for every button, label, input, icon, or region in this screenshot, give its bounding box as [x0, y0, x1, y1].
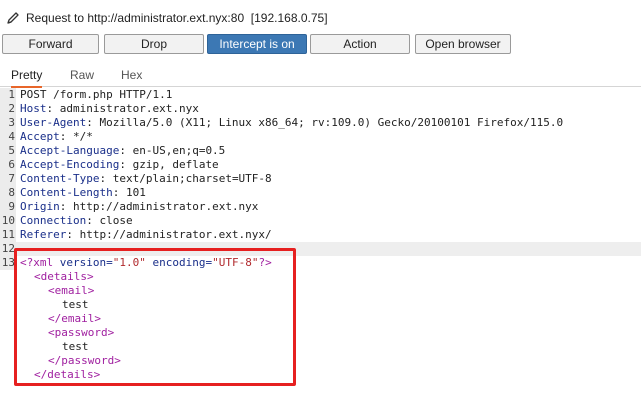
- header-value: http://administrator.ext.nyx/: [72, 228, 272, 241]
- editor-line: test: [0, 340, 641, 354]
- editor-line: <details>: [0, 270, 641, 284]
- editor-line: 2 Host: administrator.ext.nyx: [0, 102, 641, 116]
- open-browser-button[interactable]: Open browser: [415, 34, 511, 54]
- xml-encoding-value: "UTF-8": [212, 256, 259, 269]
- xml-tag-details-open: <details>: [34, 270, 94, 283]
- editor-line: 1 POST /form.php HTTP/1.1: [0, 88, 641, 102]
- line-number: 13: [0, 256, 16, 270]
- editor-line: <email>: [0, 284, 641, 298]
- line-number: 11: [0, 228, 16, 242]
- editor-line: </details>: [0, 368, 641, 382]
- xml-tag-details-close: </details>: [34, 368, 101, 381]
- line-number: 8: [0, 186, 16, 200]
- header-name: User-Agent: [20, 116, 87, 129]
- header-name: Accept: [20, 130, 60, 143]
- editor-line: 7 Content-Type: text/plain;charset=UTF-8: [0, 172, 641, 186]
- header-value: http://administrator.ext.nyx: [66, 200, 259, 213]
- header-name: Content-Type: [20, 172, 100, 185]
- editor-line: 9 Origin: http://administrator.ext.nyx: [0, 200, 641, 214]
- header-value: close: [92, 214, 133, 227]
- xml-tag-email-open: <email>: [48, 284, 95, 297]
- header-value: 101: [119, 186, 146, 199]
- line-number: 6: [0, 158, 16, 172]
- editor-line: 11 Referer: http://administrator.ext.nyx…: [0, 228, 272, 242]
- header-value: gzip, deflate: [125, 158, 219, 171]
- xml-password-value: test: [62, 340, 89, 353]
- view-tabs: Pretty Raw Hex: [0, 64, 641, 88]
- header-name: Accept-Language: [20, 144, 120, 157]
- line-number: 2: [0, 102, 16, 116]
- header-name: Referer: [20, 228, 67, 241]
- header-name: Host: [20, 102, 47, 115]
- header-value: */*: [66, 130, 93, 143]
- line-number: 3: [0, 116, 16, 130]
- header-name: Content-Length: [20, 186, 113, 199]
- header-name: Accept-Encoding: [20, 158, 120, 171]
- xml-encoding-attr: encoding=: [152, 256, 213, 269]
- header-name: Connection: [20, 214, 87, 227]
- header-name: Origin: [20, 200, 60, 213]
- xml-decl-open: <?xml: [20, 256, 54, 269]
- header-value: text/plain;charset=UTF-8: [106, 172, 272, 185]
- tab-pretty[interactable]: Pretty: [11, 66, 43, 88]
- xml-version-value: "1.0": [112, 256, 146, 269]
- request-url: Request to http://administrator.ext.nyx:…: [26, 11, 245, 25]
- editor-line: 4 Accept: */*: [0, 130, 641, 144]
- editor-line: 5 Accept-Language: en-US,en;q=0.5: [0, 144, 641, 158]
- request-info-bar: Request to http://administrator.ext.nyx:…: [0, 8, 641, 28]
- editor-line: 3 User-Agent: Mozilla/5.0 (X11; Linux x8…: [0, 116, 641, 130]
- editor-line-current: 12: [0, 242, 641, 256]
- line-number: 5: [0, 144, 16, 158]
- editor-line: <password>: [0, 326, 641, 340]
- xml-version-attr: version=: [59, 256, 113, 269]
- line-number: 1: [0, 88, 16, 102]
- pencil-icon[interactable]: [5, 10, 21, 26]
- line-number: 9: [0, 200, 16, 214]
- xml-decl-close: ?>: [258, 256, 272, 269]
- header-value: en-US,en;q=0.5: [125, 144, 226, 157]
- request-editor[interactable]: 1 POST /form.php HTTP/1.1 2 Host: admini…: [0, 88, 641, 404]
- line-number: 12: [0, 242, 16, 256]
- action-button[interactable]: Action: [310, 34, 410, 54]
- editor-line: 6 Accept-Encoding: gzip, deflate: [0, 158, 641, 172]
- editor-line: </password>: [0, 354, 641, 368]
- xml-tag-password-open: <password>: [48, 326, 115, 339]
- editor-line: 13 <?xml version="1.0" encoding="UTF-8"?…: [0, 256, 641, 270]
- line-number: 10: [0, 214, 16, 228]
- xml-tag-password-close: </password>: [48, 354, 121, 367]
- intercept-toggle-button[interactable]: Intercept is on: [207, 34, 307, 54]
- editor-line: test: [0, 298, 641, 312]
- xml-email-value: test: [62, 298, 89, 311]
- drop-button[interactable]: Drop: [104, 34, 204, 54]
- line-number: 4: [0, 130, 16, 144]
- request-line: POST /form.php HTTP/1.1: [20, 88, 173, 101]
- header-value: administrator.ext.nyx: [53, 102, 199, 115]
- editor-line: 10 Connection: close: [0, 214, 133, 228]
- xml-tag-email-close: </email>: [48, 312, 101, 325]
- line-number: 7: [0, 172, 16, 186]
- editor-line: 8 Content-Length: 101: [0, 186, 641, 200]
- forward-button[interactable]: Forward: [2, 34, 99, 54]
- tab-raw[interactable]: Raw: [70, 66, 94, 86]
- editor-line: </email>: [0, 312, 641, 326]
- tab-hex[interactable]: Hex: [121, 66, 142, 86]
- header-value: Mozilla/5.0 (X11; Linux x86_64; rv:109.0…: [92, 116, 564, 129]
- request-ip: [192.168.0.75]: [250, 11, 328, 25]
